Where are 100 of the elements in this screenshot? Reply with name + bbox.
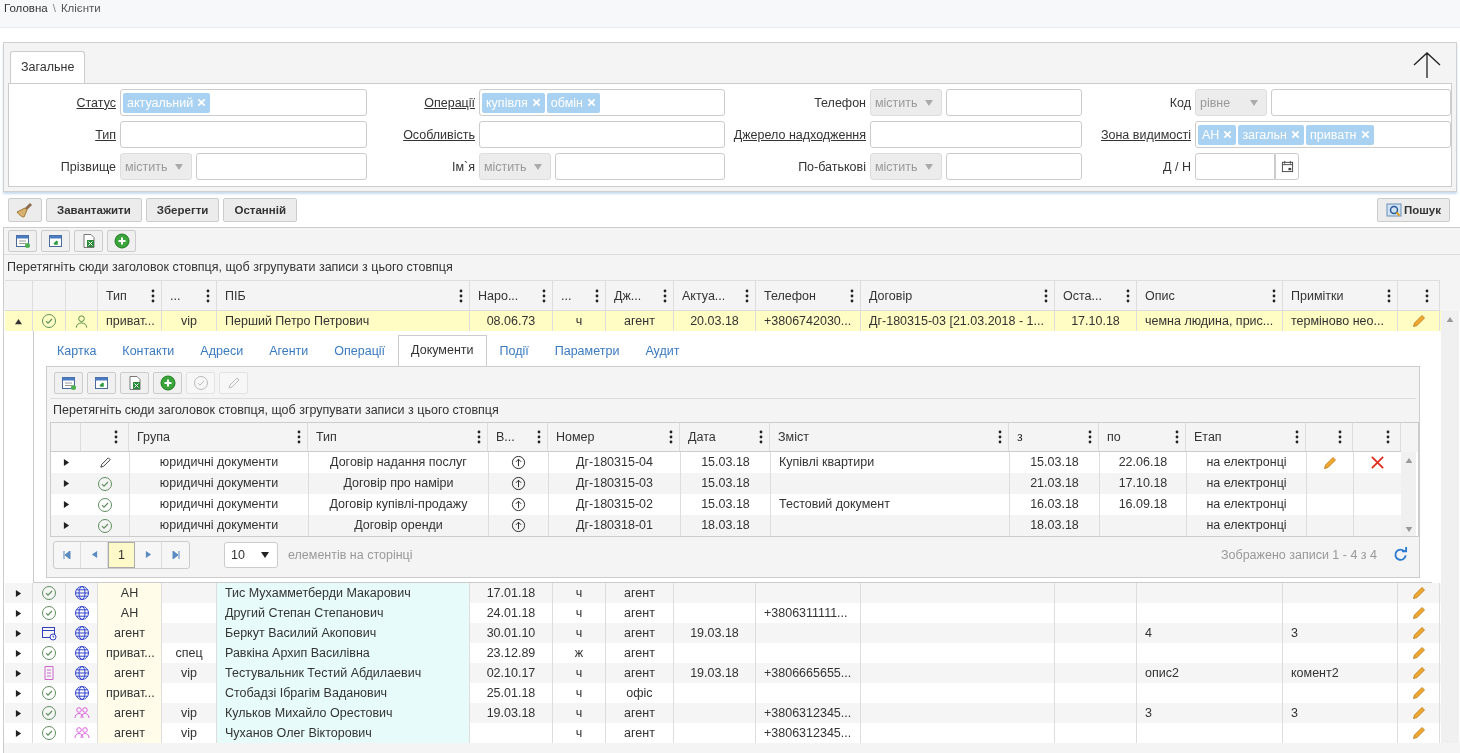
field-label-link[interactable]: Джерело надходження bbox=[729, 127, 866, 142]
table-row[interactable]: агент vip Тестувальник Тестий Абдилаевич 02.10.17 ч агент 19.03.18 +3806665655... опис2 комент2 bbox=[5, 663, 1441, 683]
column-header[interactable]: Номер bbox=[548, 423, 680, 451]
column-menu-icon[interactable] bbox=[542, 288, 546, 303]
expand-caret-icon[interactable] bbox=[62, 501, 70, 508]
toolbar-button[interactable] bbox=[120, 372, 149, 394]
column-menu-icon[interactable] bbox=[1175, 430, 1179, 444]
expand-caret-icon[interactable] bbox=[15, 649, 22, 657]
column-menu-icon[interactable] bbox=[1088, 430, 1092, 444]
column-menu-icon[interactable] bbox=[297, 430, 301, 444]
field-label-link[interactable]: Зона видимості bbox=[1086, 127, 1191, 142]
expand-caret-icon[interactable] bbox=[15, 709, 22, 717]
column-menu-icon[interactable] bbox=[595, 288, 599, 303]
up-arrow-icon[interactable] bbox=[1412, 51, 1442, 79]
column-header[interactable]: Договір bbox=[861, 281, 1055, 310]
scrollbar[interactable] bbox=[1441, 311, 1459, 743]
text-field[interactable] bbox=[120, 121, 367, 148]
column-header[interactable]: Оста... bbox=[1055, 281, 1137, 310]
field-label-link[interactable]: Статус bbox=[13, 95, 116, 110]
toolbar-button[interactable] bbox=[153, 372, 182, 394]
column-menu-icon[interactable] bbox=[1272, 288, 1276, 303]
field-label-link[interactable]: Тип bbox=[13, 127, 116, 142]
toolbar-button[interactable] bbox=[54, 372, 83, 394]
text-field[interactable] bbox=[1271, 89, 1451, 116]
column-header[interactable]: з bbox=[1009, 423, 1099, 451]
table-row[interactable]: юридичні документи Договір про наміри Дг-180315-03 15.03.18 21.03.18 17.10.18 на електронці bbox=[51, 473, 1401, 494]
action-button[interactable]: Зберегти bbox=[145, 198, 220, 222]
column-menu-icon[interactable] bbox=[1386, 430, 1390, 444]
breadcrumb-link[interactable]: Головна bbox=[4, 2, 48, 14]
refresh-icon[interactable] bbox=[1393, 547, 1408, 562]
table-row[interactable]: агент vip Кульков Михайло Орестович 19.03.18 ч агент +3806312345... 3 3 bbox=[5, 703, 1441, 723]
toolbar-button[interactable] bbox=[87, 372, 116, 394]
toolbar-button[interactable] bbox=[74, 230, 103, 252]
detail-tab[interactable]: Параметри bbox=[541, 337, 633, 366]
detail-tab[interactable]: Операції bbox=[321, 337, 399, 366]
field-label-link[interactable]: Особливість bbox=[371, 127, 475, 142]
column-menu-icon[interactable] bbox=[1295, 430, 1299, 444]
text-field[interactable] bbox=[946, 89, 1082, 116]
filter-tab[interactable]: Загальне bbox=[10, 51, 86, 83]
expand-caret-icon[interactable] bbox=[62, 480, 70, 487]
column-header[interactable]: Опис bbox=[1137, 281, 1283, 310]
detail-tab[interactable]: Аудит bbox=[632, 337, 693, 366]
column-header[interactable]: Зміст bbox=[770, 423, 1009, 451]
expand-caret-icon[interactable] bbox=[15, 609, 22, 617]
column-header[interactable]: Примітки bbox=[1283, 281, 1398, 310]
column-menu-icon[interactable] bbox=[537, 430, 541, 444]
column-menu-icon[interactable] bbox=[206, 288, 210, 303]
toolbar-button[interactable] bbox=[41, 230, 70, 252]
collapse-caret-icon[interactable] bbox=[15, 317, 22, 325]
column-header[interactable]: Наро... bbox=[470, 281, 553, 310]
expand-caret-icon[interactable] bbox=[15, 629, 22, 637]
text-field[interactable] bbox=[870, 121, 1082, 148]
column-menu-icon[interactable] bbox=[669, 430, 673, 444]
column-menu-icon[interactable] bbox=[1126, 288, 1130, 303]
column-menu-icon[interactable] bbox=[745, 288, 749, 303]
text-field[interactable] bbox=[946, 153, 1082, 180]
close-icon[interactable] bbox=[1370, 455, 1385, 470]
column-menu-icon[interactable] bbox=[1338, 430, 1342, 444]
detail-tab[interactable]: Адреси bbox=[187, 337, 257, 366]
column-header[interactable]: ПІБ bbox=[217, 281, 470, 310]
search-button[interactable]: Пошук bbox=[1376, 198, 1450, 222]
detail-tab[interactable]: Події bbox=[486, 337, 542, 366]
action-button[interactable]: Останній bbox=[223, 198, 297, 222]
expand-caret-icon[interactable] bbox=[15, 689, 22, 697]
column-menu-icon[interactable] bbox=[459, 288, 463, 303]
detail-tab[interactable]: Контакти bbox=[109, 337, 188, 366]
column-menu-icon[interactable] bbox=[663, 288, 667, 303]
column-header[interactable]: Група bbox=[129, 423, 308, 451]
column-header[interactable]: ... bbox=[553, 281, 606, 310]
column-header[interactable]: Тип bbox=[98, 281, 162, 310]
action-button[interactable]: Завантажити bbox=[46, 198, 142, 222]
text-field[interactable] bbox=[479, 121, 725, 148]
calendar-button[interactable] bbox=[1275, 153, 1299, 180]
expand-caret-icon[interactable] bbox=[15, 729, 22, 737]
column-menu-icon[interactable] bbox=[998, 430, 1002, 444]
text-field[interactable] bbox=[555, 153, 725, 180]
page-size-dropdown[interactable]: 10 bbox=[224, 541, 278, 568]
detail-tab[interactable]: Документи bbox=[398, 335, 487, 366]
column-header[interactable]: Тип bbox=[308, 423, 488, 451]
expand-caret-icon[interactable] bbox=[15, 669, 22, 677]
field-label-link[interactable]: Операції bbox=[371, 95, 475, 110]
expand-caret-icon[interactable] bbox=[15, 589, 22, 597]
column-menu-icon[interactable] bbox=[850, 288, 854, 303]
toolbar-button[interactable] bbox=[107, 230, 136, 252]
column-header[interactable]: ... bbox=[162, 281, 217, 310]
column-menu-icon[interactable] bbox=[1425, 288, 1429, 303]
expand-caret-icon[interactable] bbox=[62, 522, 70, 529]
column-header[interactable]: по bbox=[1099, 423, 1186, 451]
table-row[interactable]: приват... vip Перший Петро Петрович 08.06.73 ч агент 20.03.18 +3806742030... Дг-180315-03 [21.03.2018 - 1... 17.10.18 чемна людина, прис... терміново нео... bbox=[5, 311, 1441, 331]
clear-button[interactable] bbox=[8, 198, 42, 222]
column-header[interactable]: Етап bbox=[1186, 423, 1306, 451]
column-header[interactable]: Актуа... bbox=[674, 281, 756, 310]
toolbar-button[interactable] bbox=[8, 230, 37, 252]
detail-tab[interactable]: Агенти bbox=[256, 337, 322, 366]
date-field[interactable] bbox=[1195, 153, 1275, 180]
expand-caret-icon[interactable] bbox=[62, 459, 70, 466]
column-menu-icon[interactable] bbox=[1387, 288, 1391, 303]
column-menu-icon[interactable] bbox=[477, 430, 481, 444]
page-button[interactable]: 1 bbox=[108, 541, 135, 568]
column-header[interactable]: В... bbox=[488, 423, 548, 451]
